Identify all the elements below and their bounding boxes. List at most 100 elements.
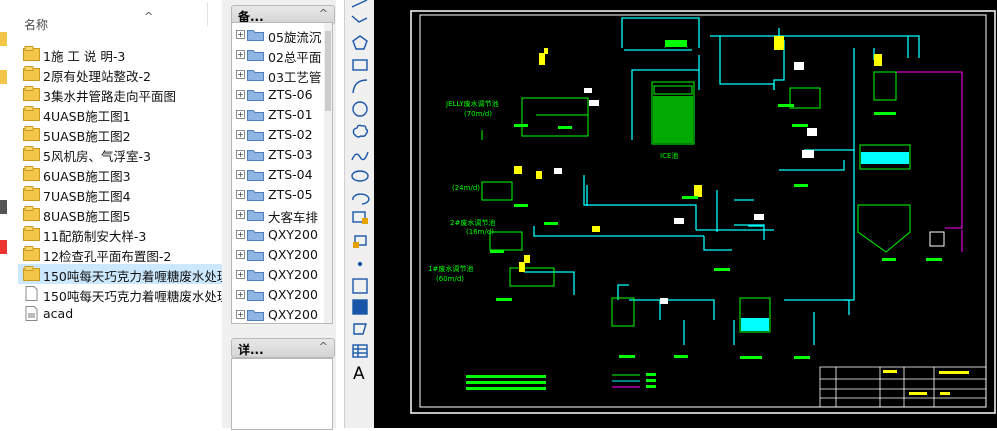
folder-tree-label: 03工艺管 [268,70,322,85]
sheet-outer-border [410,10,996,414]
expand-plus-icon[interactable]: + [236,250,245,259]
folder-icon [247,168,264,181]
folder-tree-item[interactable]: + QXY200 [232,305,324,323]
tree-scrollbar[interactable] [324,23,332,323]
folder-icon [247,208,264,221]
equipment-outlines [481,71,911,333]
svg-text:ICE池: ICE池 [660,151,678,160]
name-column-header[interactable]: 名称 ^ [18,8,222,32]
file-list-item[interactable]: 5风机房、气浮室-3 [18,144,222,164]
folder-tree-item[interactable]: + QXY200 [232,245,324,265]
folder-tree-label: QXY200 [268,247,318,262]
folder-tree: +05旋流沉 +02总平面 +03工艺管 + ZTS-06 + ZTS-01 + ZTS-02 +… [231,22,333,324]
file-list-item[interactable]: 3集水井管路走向平面图 [18,84,222,104]
file-list-item[interactable]: 12检查孔平面布置图-2 [18,244,222,264]
file-list-pane: 名称 ^ 1施 工 说 明-3 2原有处理站整改-2 3集水井管路走向平面图 4UAS… [0,0,222,428]
folder-tree-item[interactable]: + ZTS-01 [232,105,324,125]
folder-tree-item[interactable]: + ZTS-06 [232,85,324,105]
file-list-item[interactable]: 5UASB施工图2 [18,124,222,144]
folder-tree-item[interactable]: + QXY200 [232,285,324,305]
dwg-file-icon [23,246,40,261]
folder-icon [247,248,264,261]
expand-plus-icon[interactable]: + [236,310,245,319]
dwg-file-icon [23,226,40,241]
folder-tree-label: 05旋流沉 [268,30,322,45]
folder-tree-label: ZTS-04 [268,167,313,182]
folder-tree-item[interactable]: + QXY200 [232,225,324,245]
equipment-fills [653,40,909,331]
collapse-chevron-icon[interactable]: ^ [319,340,328,353]
folder-tree-item[interactable]: + ZTS-03 [232,145,324,165]
svg-text:JELLY废水调节池: JELLY废水调节池 [445,99,499,108]
nav-item-mark [0,240,7,254]
file-list-item[interactable]: 7UASB施工图4 [18,184,222,204]
draw-toolbar: A [344,0,375,428]
folder-tree-item[interactable]: + QXY200 [232,265,324,285]
file-name-label: 6UASB施工图3 [43,169,131,184]
expand-plus-icon[interactable]: + [236,290,245,299]
folder-icon [247,268,264,281]
folder-tree-label: QXY200 [268,267,318,282]
toolbar-hit-area[interactable] [347,0,373,360]
file-name-label: 12检查孔平面布置图-2 [43,249,172,264]
file-name-label: 3集水井管路走向平面图 [43,89,176,104]
folder-tree-item[interactable]: + 大客车排 [232,205,324,225]
expand-plus-icon[interactable]: + [236,130,245,139]
file-list-item[interactable]: 150吨每天巧克力着喱糖废水处理 [18,284,222,304]
details-panel-header[interactable]: 详... ^ [231,338,335,358]
cad-drawing-canvas[interactable]: JELLY废水调节池 (70m/d) (24m/d) 2#废水调节池 (16m/… [374,0,997,428]
folder-icon [247,108,264,121]
file-list-item[interactable]: 4UASB施工图1 [18,104,222,124]
file-name-label: 2原有处理站整改-2 [43,69,151,84]
folder-tree-item[interactable]: +03工艺管 [232,65,324,85]
expand-plus-icon[interactable]: + [236,170,245,179]
folder-tree-item[interactable]: +02总平面 [232,45,324,65]
folder-icon [247,188,264,201]
file-icon [23,306,40,321]
file-list-item[interactable]: 150吨每天巧克力着喱糖废水处理 [18,264,222,284]
folder-tree-label: 02总平面 [268,50,322,65]
folder-tree-item[interactable]: +05旋流沉 [232,25,324,45]
file-list-item[interactable]: 8UASB施工图5 [18,204,222,224]
file-list-item[interactable]: 1施 工 说 明-3 [18,44,222,64]
expand-plus-icon[interactable]: + [236,110,245,119]
document-file-icon [23,286,40,301]
file-list-item[interactable]: acad [18,304,222,324]
sheet-inner-border [419,14,987,408]
expand-plus-icon[interactable]: + [236,50,245,59]
file-list-item[interactable]: 2原有处理站整改-2 [18,64,222,84]
expand-plus-icon[interactable]: + [236,150,245,159]
multiline-text-tool-icon[interactable]: A [353,364,365,384]
collapse-chevron-icon[interactable]: ^ [319,7,328,20]
expand-plus-icon[interactable]: + [236,230,245,239]
folder-tree-item[interactable]: + ZTS-02 [232,125,324,145]
expand-plus-icon[interactable]: + [236,190,245,199]
process-flow-drawing: JELLY废水调节池 (70m/d) (24m/d) 2#废水调节池 (16m/… [410,10,996,414]
scrollbar-thumb[interactable] [325,31,331,111]
folder-tree-item[interactable]: + ZTS-04 [232,165,324,185]
file-list-item[interactable]: 11配筋制安大样-3 [18,224,222,244]
drawing-labels: JELLY废水调节池 (70m/d) (24m/d) 2#废水调节池 (16m/… [428,99,678,283]
svg-text:(60m/d): (60m/d) [436,275,464,283]
expand-plus-icon[interactable]: + [236,270,245,279]
folder-tree-label: ZTS-05 [268,187,313,202]
folder-icon [247,88,264,101]
folder-tree-label: 大客车排 [268,210,319,225]
expand-plus-icon[interactable]: + [236,30,245,39]
column-separator[interactable] [207,2,208,26]
folder-tree-label: QXY200 [268,287,318,302]
expand-plus-icon[interactable]: + [236,90,245,99]
expand-plus-icon[interactable]: + [236,210,245,219]
navigation-pane-edge [0,0,8,428]
file-name-label: 150吨每天巧克力着喱糖废水处理 [43,269,222,284]
svg-text:1#废水调节池: 1#废水调节池 [428,264,473,273]
dwg-file-icon [23,126,40,141]
file-list-item[interactable]: 6UASB施工图3 [18,164,222,184]
details-panel-body [231,358,333,430]
folder-icon [247,68,264,81]
folder-tree-label: ZTS-06 [268,87,313,102]
folder-tree-item[interactable]: + ZTS-05 [232,185,324,205]
expand-plus-icon[interactable]: + [236,70,245,79]
folder-icon [247,228,264,241]
folder-tree-label: ZTS-03 [268,147,313,162]
